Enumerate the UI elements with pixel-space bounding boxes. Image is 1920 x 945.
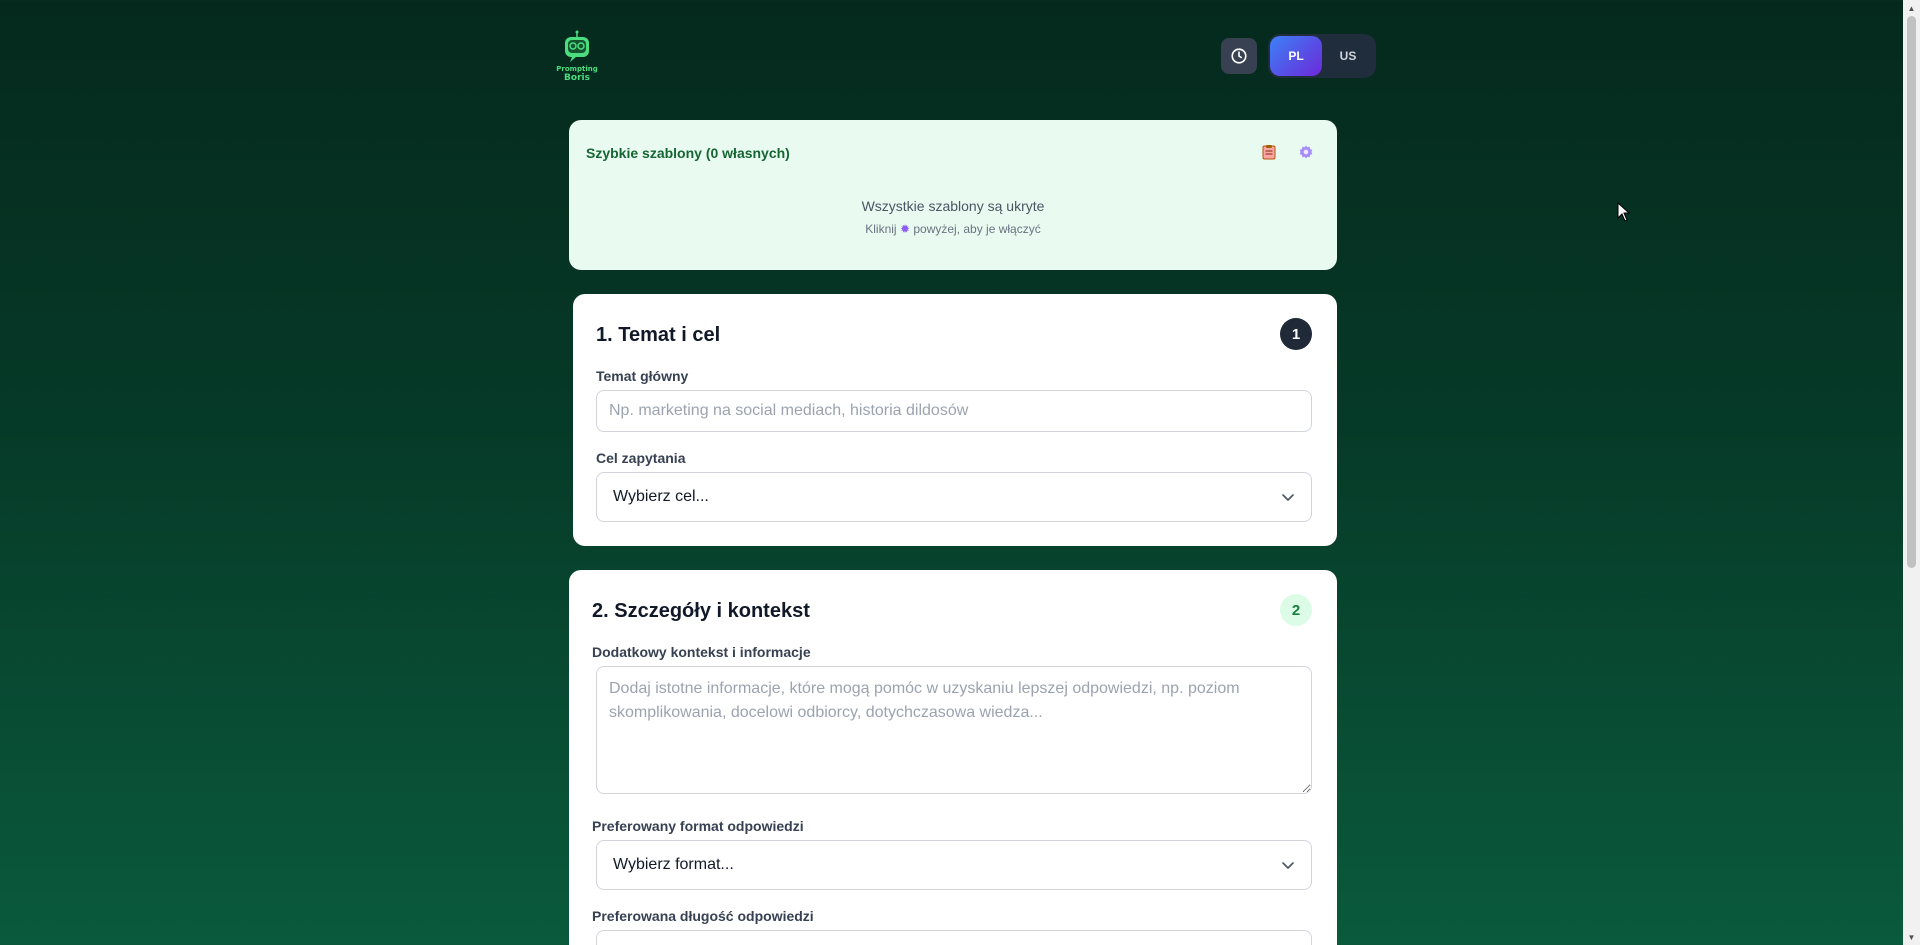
hint-text-before: Kliknij (865, 222, 897, 236)
step-badge-1: 1 (1280, 318, 1312, 350)
clock-icon (1231, 48, 1247, 64)
goal-select-value: Wybierz cel... (613, 488, 709, 505)
app-logo[interactable]: Prompting Boris (553, 30, 601, 84)
chevron-down-icon (1282, 494, 1294, 501)
hint-text-after: powyżej, aby je włączyć (913, 222, 1041, 236)
length-select[interactable] (596, 930, 1312, 945)
goal-select[interactable]: Wybierz cel... (596, 472, 1312, 522)
chevron-down-icon (1282, 862, 1294, 869)
scroll-up-arrow-icon[interactable]: ▲ (1903, 0, 1920, 16)
history-button[interactable] (1221, 38, 1257, 74)
format-select[interactable]: Wybierz format... (596, 840, 1312, 890)
context-label: Dodatkowy kontekst i informacje (592, 644, 811, 660)
templates-title: Szybkie szablony (0 własnych) (586, 145, 790, 161)
clipboard-icon[interactable] (1259, 142, 1279, 162)
section1-title: 1. Temat i cel (596, 324, 721, 346)
templates-hint: Kliknij ✹ powyżej, aby je włączyć (569, 222, 1337, 236)
step-badge-2: 2 (1280, 594, 1312, 626)
logo-text: Prompting Boris (553, 65, 601, 84)
gear-icon[interactable] (1296, 142, 1316, 162)
length-label: Preferowana długość odpowiedzi (592, 908, 814, 924)
section2-title: 2. Szczegóły i kontekst (592, 600, 810, 622)
scroll-thumb[interactable] (1907, 16, 1916, 568)
page-scrollbar[interactable]: ▲ ▼ (1903, 0, 1920, 945)
language-switcher: PL US (1268, 34, 1376, 78)
logo-text-line1: Prompting (556, 65, 598, 73)
topic-label: Temat główny (596, 368, 689, 384)
format-select-value: Wybierz format... (613, 856, 734, 873)
goal-label: Cel zapytania (596, 450, 686, 466)
context-textarea[interactable] (596, 666, 1312, 794)
topic-input[interactable] (596, 390, 1312, 432)
mouse-cursor-icon (1617, 202, 1631, 222)
scroll-down-arrow-icon[interactable]: ▼ (1903, 929, 1920, 945)
lang-pl-button[interactable]: PL (1270, 36, 1322, 76)
quick-templates-panel: Szybkie szablony (0 własnych) Wszystkie … (569, 120, 1337, 270)
format-label: Preferowany format odpowiedzi (592, 818, 804, 834)
robot-logo-icon (565, 30, 589, 62)
gear-inline-icon: ✹ (899, 222, 910, 236)
lang-us-button[interactable]: US (1322, 36, 1374, 76)
logo-text-line2: Boris (564, 73, 590, 83)
section-details-context: 2. Szczegóły i kontekst 2 Dodatkowy kont… (569, 570, 1337, 945)
section-topic-goal: 1. Temat i cel 1 Temat główny Cel zapyta… (573, 294, 1337, 546)
templates-empty-message: Wszystkie szablony są ukryte (861, 198, 1045, 214)
